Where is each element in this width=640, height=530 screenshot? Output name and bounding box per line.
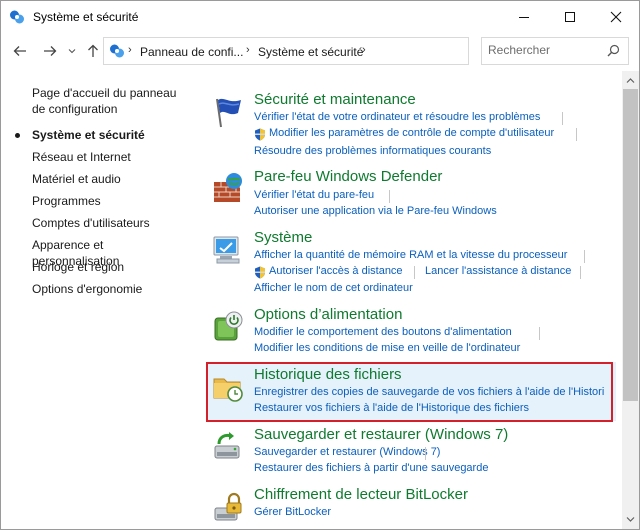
recent-pages-button[interactable] bbox=[65, 35, 79, 67]
computer-icon bbox=[213, 236, 240, 264]
window-title: Système et sécurité bbox=[33, 10, 139, 24]
category-title[interactable]: Sauvegarder et restaurer (Windows 7) bbox=[254, 426, 508, 443]
sidebar-item-programs[interactable]: Programmes bbox=[32, 193, 192, 209]
breadcrumb-chevron-icon[interactable]: › bbox=[246, 44, 250, 56]
power-battery-icon bbox=[214, 311, 243, 341]
scrollbar-thumb[interactable] bbox=[623, 89, 638, 401]
link-uac-settings[interactable]: Modifier les paramètres de contrôle de c… bbox=[269, 127, 554, 139]
link-power-buttons[interactable]: Modifier le comportement des boutons d'a… bbox=[254, 326, 512, 338]
search-icon[interactable] bbox=[607, 44, 620, 57]
recent-pages-chevron-icon bbox=[68, 49, 76, 54]
category-title[interactable]: Options d’alimentation bbox=[254, 306, 402, 323]
link-check-status[interactable]: Vérifier l'état de votre ordinateur et r… bbox=[254, 111, 540, 123]
link-computer-name[interactable]: Afficher le nom de cet ordinateur bbox=[254, 282, 413, 294]
close-button[interactable] bbox=[593, 1, 639, 33]
search-input[interactable] bbox=[488, 42, 598, 58]
link-restore-from-backup[interactable]: Restaurer des fichiers à partir d'une sa… bbox=[254, 462, 488, 474]
search-box[interactable] bbox=[481, 37, 629, 65]
link-separator bbox=[562, 112, 563, 125]
link-ram-cpu[interactable]: Afficher la quantité de mémoire RAM et l… bbox=[254, 249, 567, 261]
link-sleep-settings[interactable]: Modifier les conditions de mise en veill… bbox=[254, 342, 520, 354]
bitlocker-icon bbox=[214, 492, 242, 521]
uac-shield-icon bbox=[255, 266, 265, 279]
control-panel-window: Système et sécurité › Panneau de confi..… bbox=[0, 0, 640, 530]
back-button[interactable] bbox=[9, 35, 31, 67]
sidebar-item-clock-region[interactable]: Horloge et région bbox=[32, 259, 192, 275]
link-separator bbox=[425, 447, 426, 460]
category-backup-restore: Sauvegarder et restaurer (Windows 7) Sau… bbox=[209, 426, 615, 481]
forward-arrow-icon bbox=[44, 46, 57, 56]
category-firewall: Pare-feu Windows Defender Vérifier l'éta… bbox=[209, 168, 615, 223]
breadcrumb-system-security[interactable]: Système et sécurité bbox=[258, 45, 363, 59]
breadcrumb-control-panel[interactable]: Panneau de confi... bbox=[140, 45, 243, 59]
maximize-icon bbox=[565, 12, 575, 22]
minimize-button[interactable] bbox=[501, 1, 547, 33]
back-arrow-icon bbox=[13, 46, 26, 56]
vertical-scrollbar[interactable] bbox=[622, 71, 639, 529]
link-separator bbox=[584, 250, 585, 263]
category-title[interactable]: Sécurité et maintenance bbox=[254, 91, 416, 108]
title-bar: Système et sécurité bbox=[1, 1, 639, 33]
address-bar[interactable]: › Panneau de confi... › Système et sécur… bbox=[103, 37, 563, 65]
sidebar-item-network[interactable]: Réseau et Internet bbox=[32, 149, 192, 165]
minimize-icon bbox=[519, 17, 529, 18]
category-title[interactable]: Chiffrement de lecteur BitLocker bbox=[254, 486, 468, 503]
link-manage-bitlocker[interactable]: Gérer BitLocker bbox=[254, 506, 331, 518]
category-title[interactable]: Système bbox=[254, 229, 312, 246]
sidebar-item-hardware-sound[interactable]: Matériel et audio bbox=[32, 171, 192, 187]
backup-restore-icon bbox=[214, 432, 240, 459]
control-panel-icon bbox=[110, 44, 124, 58]
link-separator bbox=[539, 327, 540, 340]
flag-icon bbox=[216, 98, 241, 128]
sidebar-item-ease-of-access[interactable]: Options d'ergonomie bbox=[32, 281, 192, 297]
forward-button[interactable] bbox=[39, 35, 61, 67]
link-remote-access[interactable]: Autoriser l'accès à distance bbox=[269, 265, 403, 277]
annotation-red-box bbox=[206, 362, 613, 422]
link-backup-restore[interactable]: Sauvegarder et restaurer (Windows 7) bbox=[254, 446, 440, 458]
link-remote-assistance[interactable]: Lancer l'assistance à distance bbox=[425, 265, 571, 277]
link-allow-app[interactable]: Autoriser une application via le Pare-fe… bbox=[254, 205, 497, 217]
category-security-maintenance: Sécurité et maintenance Vérifier l'état … bbox=[209, 91, 615, 161]
close-icon bbox=[610, 11, 622, 23]
category-power-options: Options d’alimentation Modifier le compo… bbox=[209, 306, 615, 361]
navigation-bar: › Panneau de confi... › Système et sécur… bbox=[1, 35, 639, 69]
sidebar-item-system-security[interactable]: Système et sécurité bbox=[32, 127, 192, 143]
category-system: Système Afficher la quantité de mémoire … bbox=[209, 229, 615, 299]
link-separator bbox=[414, 266, 415, 279]
breadcrumb-chevron-icon[interactable]: › bbox=[128, 44, 132, 56]
category-title[interactable]: Pare-feu Windows Defender bbox=[254, 168, 442, 185]
firewall-icon bbox=[214, 173, 242, 202]
control-panel-icon bbox=[10, 10, 24, 24]
link-separator bbox=[576, 128, 577, 141]
uac-shield-icon bbox=[255, 128, 265, 141]
up-arrow-icon bbox=[88, 44, 98, 57]
active-item-bullet bbox=[15, 133, 20, 138]
up-button[interactable] bbox=[83, 35, 103, 67]
breadcrumb-chevron-icon[interactable]: › bbox=[362, 44, 366, 56]
maximize-button[interactable] bbox=[547, 1, 593, 33]
link-separator bbox=[389, 190, 390, 203]
link-separator bbox=[580, 266, 581, 279]
scroll-down-arrow-icon[interactable] bbox=[626, 515, 635, 524]
link-troubleshoot[interactable]: Résoudre des problèmes informatiques cou… bbox=[254, 145, 491, 157]
sidebar-item-home[interactable]: Page d'accueil du panneau de configurati… bbox=[32, 85, 192, 117]
sidebar-item-user-accounts[interactable]: Comptes d'utilisateurs bbox=[32, 215, 192, 231]
link-firewall-status[interactable]: Vérifier l'état du pare-feu bbox=[254, 189, 374, 201]
category-bitlocker: Chiffrement de lecteur BitLocker Gérer B… bbox=[209, 486, 615, 526]
scroll-up-arrow-icon[interactable] bbox=[626, 76, 635, 85]
